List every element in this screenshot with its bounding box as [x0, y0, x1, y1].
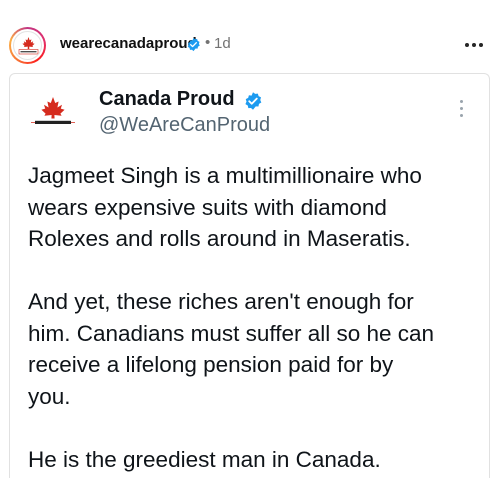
kebab-dot-icon — [459, 114, 463, 117]
tweet-line: He is the greediest man in Canada. — [28, 446, 381, 472]
tweet-line: receive a lifelong pension paid for by — [28, 352, 394, 377]
tweet-line: wears expensive suits with diamond — [28, 194, 387, 220]
separator-dot: • — [205, 34, 211, 51]
verified-badge-icon — [245, 92, 262, 110]
more-dot-icon — [472, 43, 476, 47]
tweet-text: Jagmeet Singh is a multimillionaire who … — [28, 160, 486, 475]
tweet-display-name[interactable]: Canada Proud — [99, 88, 235, 111]
canada-proud-tweet-logo-icon — [31, 97, 75, 127]
tweet-line: Jagmeet Singh is a multimillionaire who — [28, 163, 422, 188]
canada-proud-logo-icon — [13, 31, 42, 60]
tweet-handle[interactable]: @WeAreCanProud — [99, 114, 270, 137]
tweet-line: him. Canadians must suffer all so he can — [28, 320, 435, 346]
username[interactable]: wearecanadaproud — [60, 35, 197, 52]
more-dot-icon — [465, 43, 469, 47]
tweet-line: you. — [28, 383, 71, 409]
post-header: wearecanadaproud • 1d — [0, 0, 500, 70]
more-options-button[interactable] — [462, 38, 486, 52]
avatar[interactable] — [9, 27, 46, 64]
kebab-dot-icon — [459, 100, 463, 103]
verified-badge-icon — [187, 37, 200, 52]
post-timestamp[interactable]: 1d — [214, 35, 231, 52]
more-dot-icon — [479, 43, 483, 47]
tweet-line: And yet, these riches aren't enough for — [28, 289, 414, 314]
tweet-line: Rolexes and rolls around in Maseratis. — [28, 226, 411, 251]
tweet-more-menu — [456, 100, 466, 124]
kebab-dot-icon — [459, 107, 463, 110]
